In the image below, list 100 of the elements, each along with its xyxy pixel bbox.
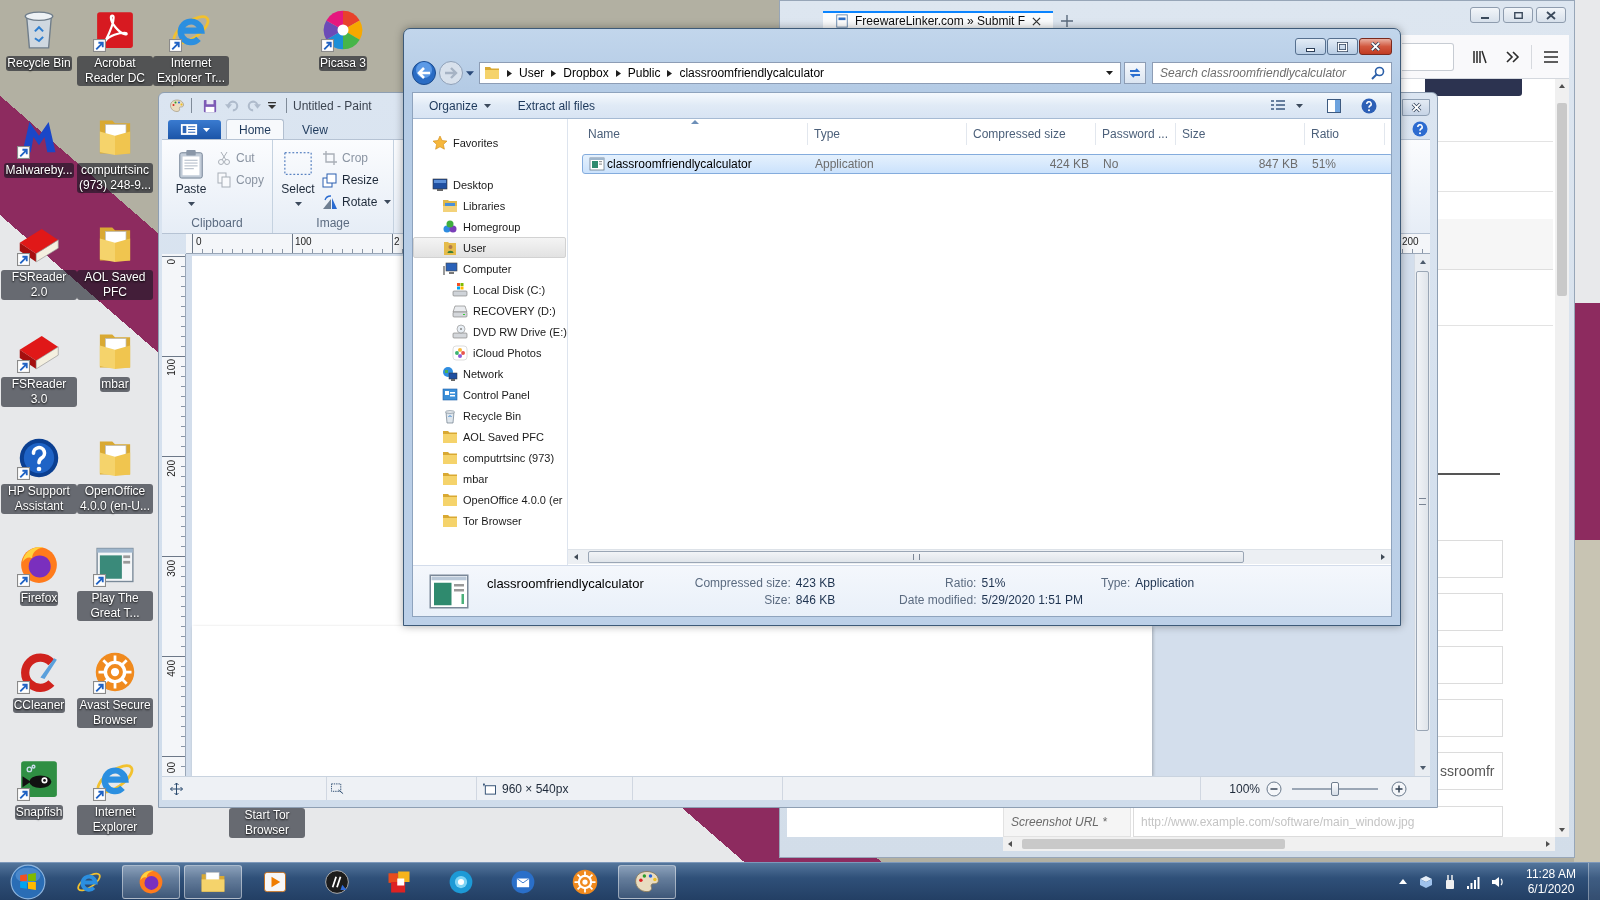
caret-icon[interactable] xyxy=(268,102,276,109)
toolbar-button[interactable]: Organize xyxy=(422,95,498,116)
minimize-button[interactable] xyxy=(1295,38,1326,55)
vertical-scrollbar[interactable] xyxy=(1414,254,1430,776)
question-mark-icon[interactable] xyxy=(17,436,61,480)
desktop-icon-label[interactable]: AOL Saved PFC xyxy=(77,270,153,300)
down-arrow-icon[interactable] xyxy=(1559,828,1565,832)
menu-icon[interactable] xyxy=(1543,48,1559,65)
column-header[interactable]: Name xyxy=(582,123,808,145)
plus-icon[interactable] xyxy=(1061,15,1073,27)
left-arrow-icon[interactable] xyxy=(1008,841,1012,847)
toolbar-button[interactable]: Extract all files xyxy=(510,95,603,116)
desktop-icon-label[interactable]: Avast Secure Browser xyxy=(77,698,153,728)
navigation-item[interactable]: Local Disk (C:) xyxy=(413,279,566,300)
start-button[interactable] xyxy=(10,863,46,900)
down-arrow-icon[interactable] xyxy=(1419,766,1426,770)
desktop-icon-label[interactable]: mbar xyxy=(100,377,130,392)
desktop-icon-label[interactable]: Internet Explorer xyxy=(77,805,153,835)
clock-date[interactable]: 6/1/2020 xyxy=(1527,881,1575,897)
chevron-icon[interactable] xyxy=(667,69,673,77)
horizontal-scrollbar[interactable] xyxy=(568,549,1391,564)
navigation-item[interactable]: mbar xyxy=(413,468,566,489)
refresh-button[interactable] xyxy=(1124,62,1146,84)
library-icon[interactable] xyxy=(1472,48,1488,65)
up-arrow-icon[interactable] xyxy=(1419,260,1426,264)
navigation-item[interactable]: AOL Saved PFC xyxy=(413,426,566,447)
chevron-icon[interactable] xyxy=(507,69,512,77)
address-bar[interactable]: User Dropbox Public classroomfriendlycalculator xyxy=(479,62,1121,84)
navigation-item[interactable]: Control Panel xyxy=(413,384,566,405)
desktop-icon-label[interactable]: Recycle Bin xyxy=(6,56,72,71)
scrollbar-thumb[interactable] xyxy=(1557,103,1567,296)
navigation-item[interactable]: Favorites xyxy=(413,132,566,153)
breadcrumb[interactable]: classroomfriendlycalculator xyxy=(679,66,825,80)
desktop-icon-label[interactable]: Start Tor Browser xyxy=(229,808,305,838)
desktop-icon-label[interactable]: Internet Explorer Tr... xyxy=(153,56,229,86)
column-header[interactable]: Type xyxy=(808,123,967,145)
chevron-icon[interactable] xyxy=(551,69,557,77)
taskbar-button[interactable] xyxy=(618,864,676,899)
pinwheel-icon[interactable] xyxy=(321,8,365,52)
up-caret-icon[interactable] xyxy=(1398,878,1408,885)
slider-thumb[interactable] xyxy=(1331,781,1339,796)
column-header[interactable]: Password ... xyxy=(1096,123,1176,145)
preview-pane-icon[interactable] xyxy=(1326,97,1342,114)
maximize-button[interactable] xyxy=(1503,7,1533,23)
close-button[interactable] xyxy=(1402,99,1430,116)
column-header[interactable]: Ratio xyxy=(1305,123,1385,145)
double-chevron-icon[interactable] xyxy=(1504,48,1520,65)
ribbon-tab[interactable]: View xyxy=(289,119,341,139)
zoom-out-icon[interactable] xyxy=(1266,780,1282,797)
address-field[interactable] xyxy=(1402,42,1454,71)
navigation-item[interactable]: Desktop xyxy=(413,174,566,195)
close-icon[interactable] xyxy=(1032,16,1041,26)
scrollbar-thumb[interactable] xyxy=(1022,839,1285,849)
breadcrumb[interactable]: User xyxy=(519,66,545,80)
clock-time[interactable]: 11:28 AM xyxy=(1526,866,1576,882)
navigation-item[interactable]: Recycle Bin xyxy=(413,405,566,426)
desktop-icon-label[interactable]: Malwareby... xyxy=(4,163,74,178)
navigation-item[interactable]: Computer xyxy=(413,258,566,279)
column-header[interactable]: Size xyxy=(1176,123,1305,145)
close-button[interactable] xyxy=(1536,7,1566,23)
browser-tab[interactable]: FreewareLinker.com » Submit F xyxy=(823,11,1053,29)
navigation-item[interactable]: Libraries xyxy=(413,195,566,216)
navigation-item[interactable]: Network xyxy=(413,363,566,384)
up-arrow-icon[interactable] xyxy=(1559,84,1565,88)
navigation-item[interactable]: iCloud Photos xyxy=(413,342,566,363)
navigation-item[interactable]: OpenOffice 4.0.0 (er xyxy=(413,489,566,510)
ship-wheel-icon[interactable] xyxy=(93,650,137,694)
app-menu-button[interactable] xyxy=(168,120,221,139)
vertical-scrollbar[interactable] xyxy=(1555,79,1569,837)
ribbon-button[interactable]: Paste xyxy=(170,140,212,213)
page-button[interactable] xyxy=(1425,79,1522,96)
help-icon[interactable] xyxy=(1361,97,1377,114)
left-arrow-icon[interactable] xyxy=(574,554,578,560)
chevron-icon[interactable] xyxy=(615,69,621,77)
zoom-in-icon[interactable] xyxy=(1391,780,1407,797)
file-row[interactable]: classroomfriendlycalculator Application 424 KB No 847 KB 51% xyxy=(582,154,1391,174)
minimize-button[interactable] xyxy=(1470,7,1500,23)
navigation-item[interactable]: computrtsinc (973) xyxy=(413,447,566,468)
desktop-icon-label[interactable]: FSReader 3.0 xyxy=(1,377,77,407)
desktop-icon-label[interactable]: CCleaner xyxy=(12,698,66,713)
right-arrow-icon[interactable] xyxy=(1381,554,1385,560)
ribbon-button[interactable]: Resize xyxy=(322,169,392,191)
help-icon[interactable] xyxy=(1412,120,1428,137)
desktop-icon-label[interactable]: Picasa 3 xyxy=(319,56,367,71)
close-button[interactable] xyxy=(1359,38,1392,55)
ribbon-button[interactable]: Rotate xyxy=(322,191,392,213)
show-desktop-button[interactable] xyxy=(1588,863,1600,900)
desktop-icon-label[interactable]: Acrobat Reader DC xyxy=(77,56,153,86)
caret-icon[interactable] xyxy=(1106,71,1113,75)
ribbon-button[interactable]: Select xyxy=(276,140,320,213)
search-icon[interactable] xyxy=(1371,66,1385,80)
scrollbar-thumb[interactable] xyxy=(1416,271,1429,731)
horizontal-scrollbar[interactable] xyxy=(1003,837,1555,851)
desktop-icon-label[interactable]: Play The Great T... xyxy=(77,591,153,621)
breadcrumb[interactable]: Dropbox xyxy=(563,66,609,80)
caret-icon[interactable] xyxy=(1296,103,1303,108)
ribbon-tab[interactable]: Home xyxy=(226,119,284,139)
desktop-icon-label[interactable]: FSReader 2.0 xyxy=(1,270,77,300)
navigation-item[interactable]: Homegroup xyxy=(413,216,566,237)
desktop-icon-label[interactable]: HP Support Assistant xyxy=(1,484,77,514)
